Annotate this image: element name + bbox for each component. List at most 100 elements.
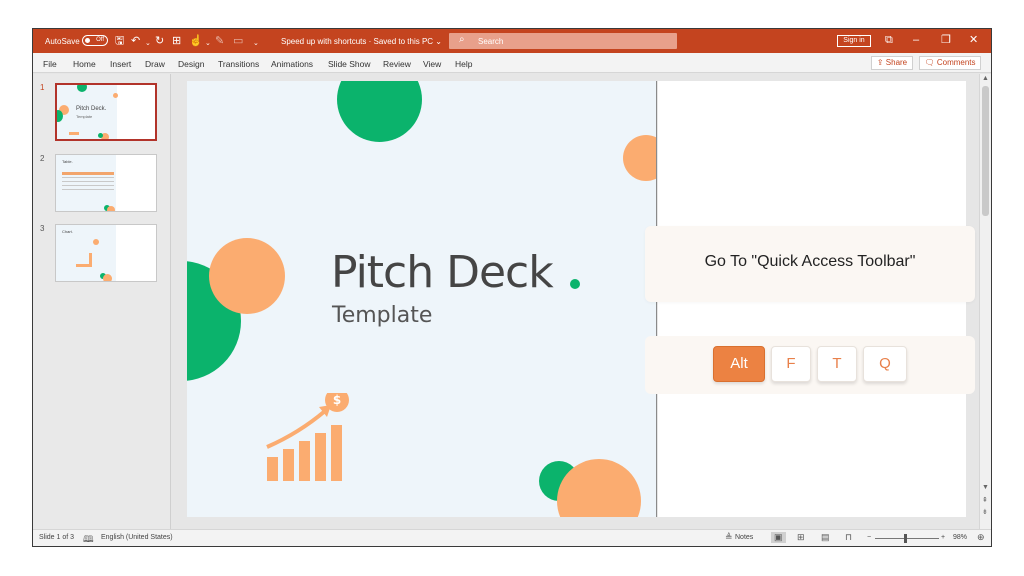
- comments-label: Comments: [936, 58, 976, 67]
- scroll-up-icon[interactable]: ▲: [982, 75, 989, 82]
- shortcut-keys-card: Alt F T Q: [645, 336, 975, 394]
- thumbnail-orange-circle: [93, 239, 99, 245]
- slide-subtitle[interactable]: Template: [332, 303, 432, 328]
- document-title[interactable]: Speed up with shortcuts · Saved to this …: [281, 37, 442, 46]
- shape-icon[interactable]: ▭: [233, 34, 243, 48]
- more-commands-icon[interactable]: ⌄: [253, 37, 259, 51]
- tab-draw[interactable]: Draw: [145, 59, 165, 69]
- thumbnail-table: [62, 172, 114, 198]
- language-status[interactable]: English (United States): [101, 534, 173, 541]
- growth-chart-icon: $: [266, 393, 349, 481]
- orange-circle-left: [209, 238, 285, 314]
- customize-icon[interactable]: ⌄: [205, 37, 211, 51]
- tab-insert[interactable]: Insert: [110, 59, 131, 69]
- slide-thumbnail-2[interactable]: Table.: [55, 154, 157, 212]
- sign-in-button[interactable]: Sign in: [837, 35, 871, 47]
- slide-number: 2: [40, 154, 45, 163]
- share-icon: ⇪: [876, 58, 886, 67]
- share-button[interactable]: ⇪ Share: [871, 56, 913, 70]
- thumbnail-table-row: [62, 177, 114, 178]
- title-bar: AutoSave Off 🖫 ↶ ⌄ ↻ ⊞ ☝ ⌄ ✎ ▭ ⌄ Speed u…: [33, 29, 991, 53]
- tab-review[interactable]: Review: [383, 59, 411, 69]
- zoom-level[interactable]: 98%: [953, 534, 967, 541]
- notes-icon: ≜: [725, 532, 733, 542]
- thumbnail-table-row: [62, 185, 114, 186]
- autosave-toggle[interactable]: Off: [82, 35, 108, 46]
- tab-view[interactable]: View: [423, 59, 441, 69]
- zoom-in-icon[interactable]: +: [941, 534, 945, 541]
- thumbnail-subtitle: Template: [76, 114, 93, 119]
- tab-home[interactable]: Home: [73, 59, 96, 69]
- status-bar: Slide 1 of 3 🕮 English (United States) ≜…: [33, 529, 991, 546]
- normal-view-icon[interactable]: ▣: [771, 532, 786, 543]
- restore-icon[interactable]: ❐: [941, 33, 951, 47]
- tab-slide-show[interactable]: Slide Show: [328, 59, 371, 69]
- powerpoint-window: AutoSave Off 🖫 ↶ ⌄ ↻ ⊞ ☝ ⌄ ✎ ▭ ⌄ Speed u…: [32, 28, 992, 547]
- share-label: Share: [885, 58, 908, 67]
- zoom-slider-thumb[interactable]: [904, 534, 907, 543]
- undo-icon[interactable]: ↶: [131, 34, 140, 48]
- scroll-down-icon[interactable]: ▼: [982, 484, 989, 491]
- accessibility-icon[interactable]: 🕮: [83, 532, 94, 546]
- thumbnail-table-row: [62, 189, 114, 190]
- tab-transitions[interactable]: Transitions: [218, 59, 259, 69]
- reading-view-icon[interactable]: ▤: [821, 532, 830, 543]
- previous-slide-icon[interactable]: ⇞: [982, 496, 988, 504]
- autosave-label: AutoSave: [45, 37, 80, 46]
- slide-number: 3: [40, 224, 45, 233]
- thumbnail-orange-circle: [103, 274, 112, 281]
- ribbon-display-icon[interactable]: ⧉: [885, 33, 893, 47]
- thumbnail-table-header: [62, 172, 114, 175]
- next-slide-icon[interactable]: ⇟: [982, 508, 988, 516]
- undo-dropdown-icon[interactable]: ⌄: [145, 37, 151, 51]
- slide-editor: Pitch Deck Template $ Go To "Quick Acces…: [172, 74, 978, 529]
- thumbnail-title: Chart.: [62, 229, 73, 234]
- key-t: T: [817, 346, 857, 382]
- tab-help[interactable]: Help: [455, 59, 472, 69]
- close-icon[interactable]: ✕: [969, 33, 978, 47]
- touch-mode-icon[interactable]: ☝: [189, 34, 203, 48]
- ribbon-tabs: File Home Insert Draw Design Transitions…: [33, 53, 991, 73]
- slide-number: 1: [40, 83, 45, 92]
- scrollbar-thumb[interactable]: [982, 86, 989, 216]
- thumbnail-green-circle: [98, 133, 103, 138]
- search-icon: ⌕: [459, 34, 465, 45]
- tab-animations[interactable]: Animations: [271, 59, 313, 69]
- search-placeholder: Search: [478, 37, 504, 46]
- zoom-out-icon[interactable]: −: [867, 534, 871, 541]
- thumbnail-orange-circle: [107, 206, 115, 211]
- zoom-slider[interactable]: [875, 538, 939, 539]
- orange-circle-right: [623, 135, 656, 181]
- green-circle-top: [337, 81, 422, 142]
- vertical-scrollbar[interactable]: ▲ ▼ ⇞ ⇟: [979, 74, 991, 529]
- slide-thumbnail-1[interactable]: Pitch Deck. Template: [55, 83, 157, 141]
- slide-title[interactable]: Pitch Deck: [331, 247, 554, 298]
- present-icon[interactable]: ⊞: [172, 34, 181, 48]
- slide-counter: Slide 1 of 3: [39, 534, 75, 541]
- minimize-icon[interactable]: –: [913, 33, 919, 47]
- slide-sorter-icon[interactable]: ⊞: [797, 532, 805, 543]
- save-icon[interactable]: 🖫: [115, 34, 124, 48]
- current-slide[interactable]: Pitch Deck Template $: [187, 81, 657, 517]
- search-box[interactable]: ⌕ Search: [449, 33, 677, 49]
- slide-thumbnails-pane: 1 Pitch Deck. Template 2 Table. 3 Chart.: [33, 74, 171, 529]
- redo-icon[interactable]: ↻: [155, 34, 164, 48]
- slide-thumbnail-3[interactable]: Chart.: [55, 224, 157, 282]
- key-q: Q: [863, 346, 907, 382]
- comments-button[interactable]: 🗨 Comments: [919, 56, 981, 70]
- draw-icon[interactable]: ✎: [215, 34, 224, 48]
- shortcut-instruction-card: Go To "Quick Access Toolbar": [645, 226, 975, 302]
- thumbnail-table-row: [62, 181, 114, 182]
- thumbnail-chart-icon: [76, 253, 92, 267]
- coin-symbol: $: [333, 393, 341, 407]
- fit-to-window-icon[interactable]: ⊕: [977, 532, 985, 543]
- thumbnail-title: Table.: [62, 159, 73, 164]
- notes-button[interactable]: Notes: [735, 534, 753, 541]
- key-f: F: [771, 346, 811, 382]
- comment-icon: 🗨: [924, 58, 937, 67]
- tab-file[interactable]: File: [43, 59, 57, 69]
- tab-design[interactable]: Design: [178, 59, 204, 69]
- key-alt: Alt: [713, 346, 765, 382]
- title-accent-dot: [570, 279, 580, 289]
- slideshow-view-icon[interactable]: ⊓: [845, 532, 852, 543]
